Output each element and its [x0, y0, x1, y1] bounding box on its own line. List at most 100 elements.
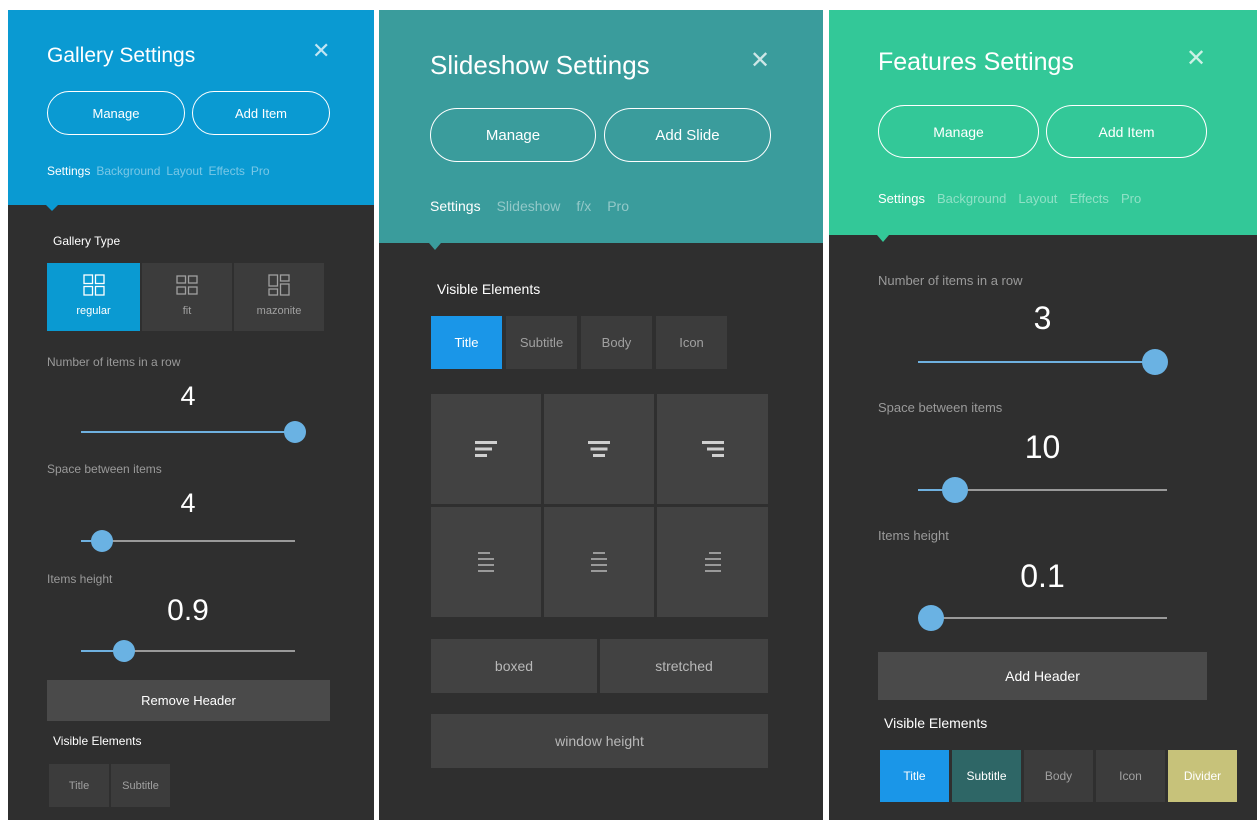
visible-icon-button[interactable]: Icon [656, 316, 727, 369]
tab-indicator [877, 235, 889, 242]
visible-subtitle-button[interactable]: Subtitle [506, 316, 577, 369]
height-label: Items height [878, 528, 949, 543]
visible-elements-label: Visible Elements [53, 734, 142, 748]
close-icon[interactable]: ✕ [312, 38, 330, 64]
height-slider[interactable] [918, 605, 1167, 631]
align-bottom-right-button[interactable] [657, 507, 768, 617]
gallery-type-mazonite[interactable]: mazonite [234, 263, 324, 331]
gallery-type-label-mazonite: mazonite [256, 305, 302, 317]
gallery-type-fit[interactable]: fit [142, 263, 232, 331]
height-slider[interactable] [81, 640, 295, 662]
slideshow-settings-panel: Slideshow Settings ✕ Manage Add Slide Se… [379, 10, 823, 820]
items-row-label: Number of items in a row [878, 273, 1023, 288]
align-bottom-left-button[interactable] [431, 507, 541, 617]
align-top-left-button[interactable] [431, 394, 541, 504]
align-right-icon [704, 552, 721, 572]
slider-knob[interactable] [942, 477, 969, 503]
align-center-icon [591, 552, 607, 572]
tab-fx[interactable]: f/x [576, 198, 591, 214]
visible-body-button[interactable]: Body [1024, 750, 1093, 802]
manage-button[interactable]: Manage [430, 108, 596, 162]
items-row-value: 3 [1033, 300, 1052, 336]
tab-background[interactable]: Background [937, 191, 1006, 206]
window-height-button[interactable]: window height [431, 714, 768, 768]
slider-knob[interactable] [918, 605, 944, 631]
align-center-icon [588, 441, 610, 457]
remove-header-button[interactable]: Remove Header [47, 680, 330, 721]
tab-pro[interactable]: Pro [1121, 191, 1141, 206]
align-top-center-button[interactable] [544, 394, 654, 504]
height-value: 0.9 [167, 594, 209, 627]
space-slider[interactable] [81, 530, 295, 552]
manage-button[interactable]: Manage [47, 91, 185, 135]
visible-divider-button[interactable]: Divider [1168, 750, 1237, 802]
stretched-button[interactable]: stretched [600, 639, 768, 693]
space-value: 10 [1024, 429, 1061, 465]
space-value: 4 [180, 488, 196, 518]
panel-title: Slideshow Settings [430, 50, 650, 80]
tab-settings[interactable]: Settings [878, 191, 925, 206]
panel-title: Features Settings [878, 48, 1074, 76]
tab-settings[interactable]: Settings [47, 164, 90, 178]
tab-indicator [46, 205, 58, 211]
items-row-value: 4 [180, 381, 196, 411]
tab-background[interactable]: Background [96, 164, 160, 178]
height-value: 0.1 [1020, 558, 1065, 594]
align-bottom-center-button[interactable] [544, 507, 654, 617]
align-left-icon [478, 552, 494, 572]
visible-title-button[interactable]: Title [880, 750, 949, 802]
visible-icon-button[interactable]: Icon [1096, 750, 1165, 802]
gallery-type-label-regular: regular [76, 305, 111, 317]
tab-effects[interactable]: Effects [208, 164, 244, 178]
visible-elements-label: Visible Elements [884, 715, 988, 731]
boxed-button[interactable]: boxed [431, 639, 597, 693]
slider-knob[interactable] [1142, 349, 1168, 375]
height-label: Items height [47, 572, 113, 586]
panel-title: Gallery Settings [47, 44, 196, 67]
tab-pro[interactable]: Pro [607, 198, 629, 214]
add-header-button[interactable]: Add Header [878, 652, 1207, 700]
slider-knob[interactable] [284, 421, 306, 443]
space-label: Space between items [47, 462, 162, 476]
slider-knob[interactable] [91, 530, 114, 552]
gallery-type-regular[interactable]: regular [47, 263, 140, 331]
features-header: Features Settings ✕ Manage Add Item Sett… [829, 10, 1257, 235]
visible-body-button[interactable]: Body [581, 316, 652, 369]
align-left-icon [475, 441, 497, 457]
items-row-label: Number of items in a row [47, 355, 181, 369]
align-right-icon [701, 441, 724, 457]
visible-title-button[interactable]: Title [431, 316, 502, 369]
gallery-settings-panel: Gallery Settings ✕ Manage Add Item Setti… [8, 10, 374, 820]
align-top-right-button[interactable] [657, 394, 768, 504]
close-icon[interactable]: ✕ [1186, 44, 1206, 73]
slider-fill [81, 431, 295, 433]
items-row-slider[interactable] [918, 349, 1168, 375]
visible-subtitle-button[interactable]: Subtitle [952, 750, 1021, 802]
slider-fill [918, 361, 1155, 363]
tab-pro[interactable]: Pro [251, 164, 270, 178]
slider-knob[interactable] [112, 640, 135, 662]
items-row-slider[interactable] [81, 421, 306, 443]
tab-layout[interactable]: Layout [166, 164, 202, 178]
add-slide-button[interactable]: Add Slide [604, 108, 771, 162]
gallery-type-label-fit: fit [182, 305, 192, 317]
visible-subtitle-button[interactable]: Subtitle [111, 764, 170, 807]
grid-regular-icon [82, 274, 105, 296]
manage-button[interactable]: Manage [878, 105, 1039, 158]
tab-settings[interactable]: Settings [430, 198, 481, 214]
tab-slideshow[interactable]: Slideshow [497, 198, 561, 214]
gallery-type-label: Gallery Type [53, 234, 121, 248]
features-settings-panel: Features Settings ✕ Manage Add Item Sett… [829, 10, 1257, 820]
gallery-header: Gallery Settings ✕ Manage Add Item Setti… [8, 10, 374, 205]
close-icon[interactable]: ✕ [750, 46, 770, 75]
space-slider[interactable] [918, 477, 1167, 503]
add-item-button[interactable]: Add Item [1046, 105, 1207, 158]
visible-title-button[interactable]: Title [49, 764, 109, 807]
slideshow-header: Slideshow Settings ✕ Manage Add Slide Se… [379, 10, 823, 243]
grid-fit-icon [176, 275, 198, 295]
tab-indicator [429, 243, 441, 250]
tab-layout[interactable]: Layout [1018, 191, 1057, 206]
tab-effects[interactable]: Effects [1069, 191, 1109, 206]
space-label: Space between items [878, 400, 1003, 415]
add-item-button[interactable]: Add Item [192, 91, 330, 135]
